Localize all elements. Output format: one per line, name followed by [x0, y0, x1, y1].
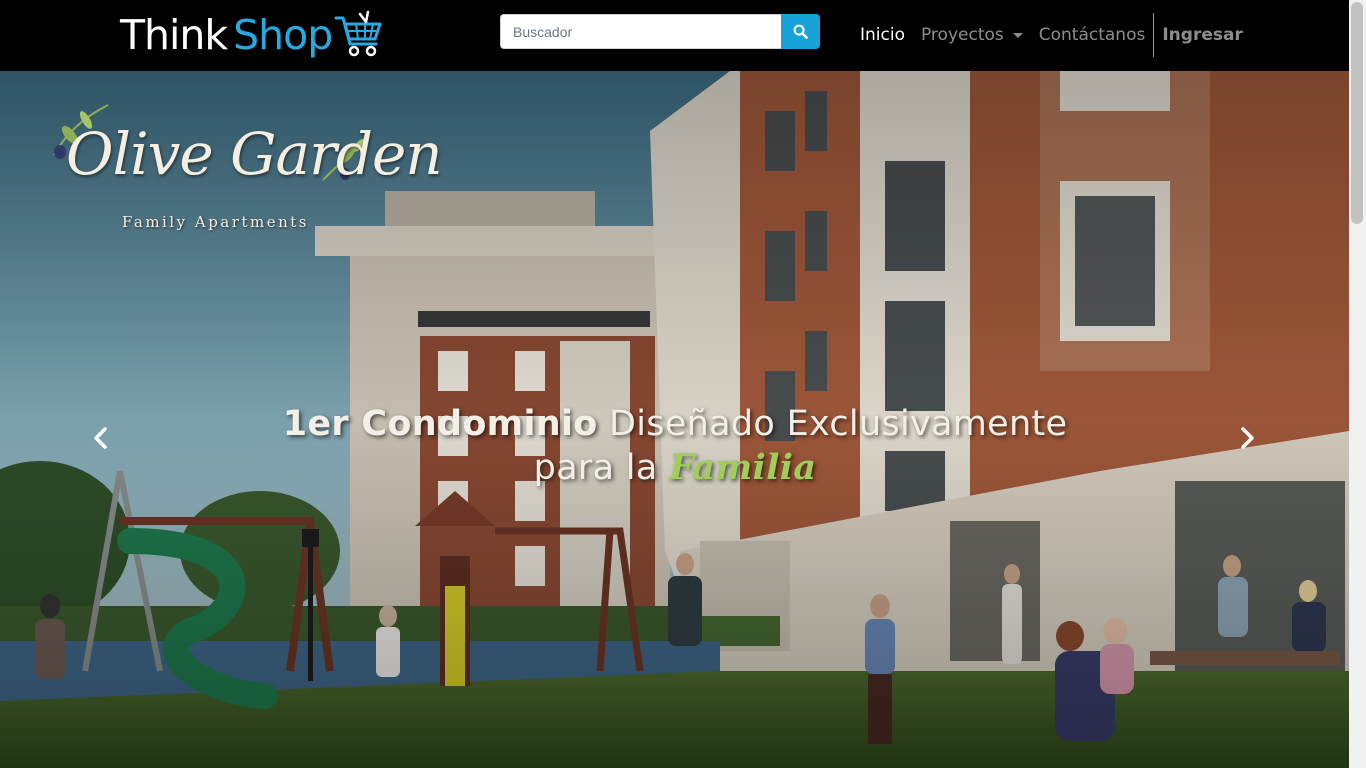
headline-line-1: 1er Condominio Diseñado Exclusivamente: [200, 402, 1150, 446]
carousel-prev-button[interactable]: [86, 423, 116, 453]
navbar: Think Shop Inicio Proyectos Contáctanos …: [0, 0, 1349, 71]
shopping-cart-icon: [334, 10, 382, 57]
brand-shop-text: Shop: [233, 11, 333, 59]
search-button[interactable]: [781, 14, 820, 49]
chevron-right-icon: [1241, 427, 1254, 449]
logo-title: Olive Garden: [66, 120, 443, 188]
olive-garden-logo: Olive Garden Family Apartments: [48, 100, 443, 240]
scrollbar-thumb[interactable]: [1351, 2, 1363, 224]
headline-rest: Diseñado Exclusivamente: [597, 404, 1068, 444]
page-scrollbar[interactable]: [1349, 0, 1366, 768]
search-icon: [793, 24, 808, 39]
nav-divider: [1153, 13, 1155, 57]
hero-headline: 1er Condominio Diseñado Exclusivamente p…: [200, 402, 1150, 490]
headline-line-2: para la Familia: [200, 446, 1150, 490]
nav-contactanos[interactable]: Contáctanos: [1039, 25, 1146, 45]
carousel-next-button[interactable]: [1232, 423, 1262, 453]
nav-ingresar[interactable]: Ingresar: [1162, 25, 1242, 45]
headline-line2-text: para la: [533, 448, 669, 488]
nav-proyectos-dropdown[interactable]: Proyectos: [921, 25, 1023, 45]
nav-proyectos-label: Proyectos: [920, 25, 1004, 45]
brand-logo[interactable]: Think Shop: [120, 8, 384, 62]
headline-bold: 1er Condominio: [282, 404, 598, 444]
nav-inicio[interactable]: Inicio: [860, 25, 905, 45]
headline-highlight: Familia: [669, 447, 817, 488]
logo-subtitle: Family Apartments: [122, 213, 309, 231]
main-nav: Inicio Proyectos Contáctanos Ingresar: [860, 13, 1243, 57]
hero-carousel: Olive Garden Family Apartments 1er Condo…: [0, 71, 1349, 768]
chevron-left-icon: [94, 427, 107, 449]
brand-think-text: Think: [120, 11, 228, 59]
caret-down-icon: [1012, 32, 1023, 38]
search-input[interactable]: [500, 14, 781, 49]
search-form: [500, 14, 820, 49]
